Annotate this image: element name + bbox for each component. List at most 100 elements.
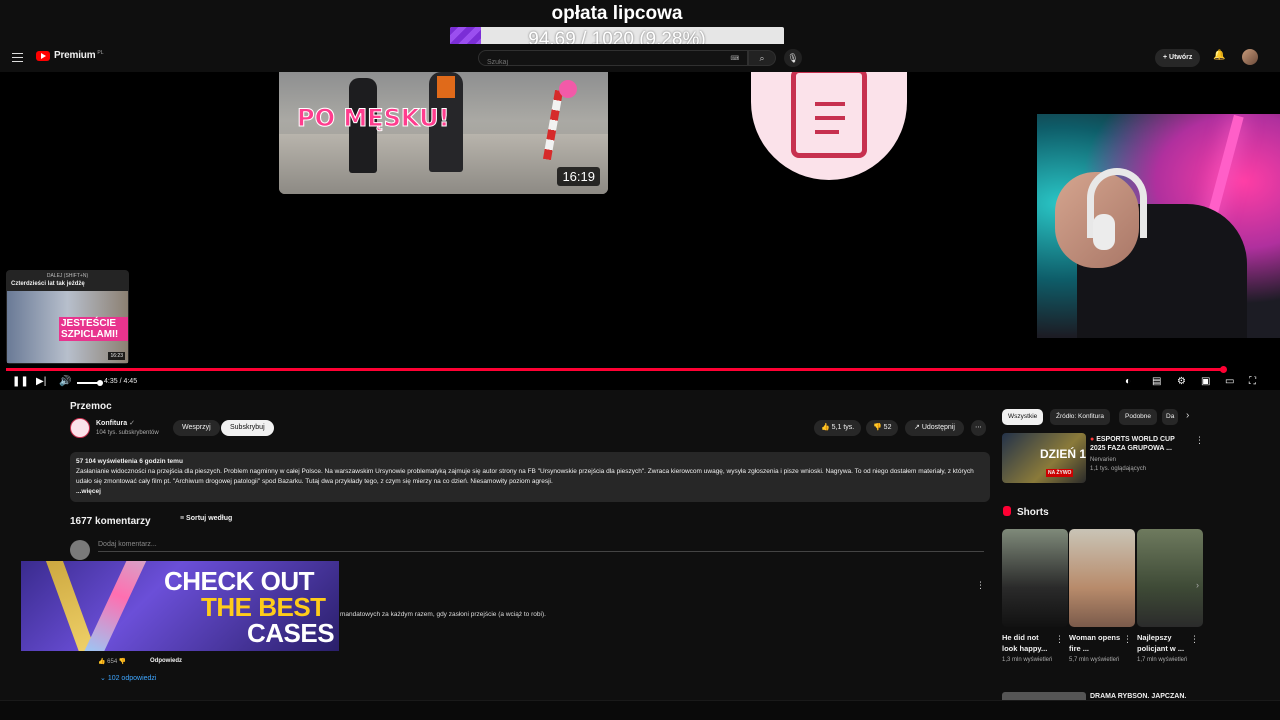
live-video-title[interactable]: ● ESPORTS WORLD CUP 2025 FAZA GRUPOWA ..… bbox=[1090, 435, 1190, 453]
sort-label: Sortuj według bbox=[186, 515, 233, 522]
video-player[interactable]: PO MĘSKU! 16:19 DALEJ (SHIFT+N) Czterdzi… bbox=[0, 72, 1280, 390]
add-comment-field[interactable]: Dodaj komentarz... bbox=[98, 541, 984, 552]
replies-count: 102 odpowiedzi bbox=[107, 675, 157, 682]
short-thumbnail[interactable] bbox=[1137, 529, 1203, 627]
search-box[interactable]: ⌨ bbox=[478, 50, 748, 70]
description-more[interactable]: ...więcej bbox=[76, 487, 984, 497]
show-replies-button[interactable]: ⌄ 102 odpowiedzi bbox=[100, 674, 156, 682]
comment-text: mandatowych za każdym razem, gdy zasłoni… bbox=[340, 611, 546, 618]
live-video-thumbnail[interactable]: DZIEŃ 1 NA ŻYWO bbox=[1002, 433, 1086, 483]
channel-avatar[interactable] bbox=[70, 418, 90, 438]
account-avatar[interactable] bbox=[1242, 49, 1258, 65]
short-thumbnail[interactable] bbox=[1069, 529, 1135, 627]
short-menu-icon[interactable]: ⋮ bbox=[1190, 634, 1199, 645]
reply-button[interactable]: Odpowiedz bbox=[150, 658, 182, 664]
shorts-heading: Shorts bbox=[1003, 506, 1049, 518]
more-icon: ⋯ bbox=[975, 424, 982, 431]
short-title[interactable]: Woman opens fire ... bbox=[1069, 632, 1123, 654]
subscriber-count: 104 tys. subskrybentów bbox=[96, 430, 159, 436]
dislike-count: 52 bbox=[883, 424, 892, 431]
menu-icon[interactable] bbox=[12, 53, 23, 62]
related-video-title[interactable]: DRAMA RYBSON. JAPCZAN. bbox=[1090, 693, 1186, 700]
shorts-heading-text: Shorts bbox=[1017, 507, 1049, 518]
view-stats: 57 104 wyświetlenia 6 godzin temu bbox=[76, 458, 183, 465]
up-next-thumbnail[interactable]: JESTEŚCIE SZPICLAMI! 16:23 bbox=[7, 291, 128, 363]
chip-more[interactable]: Da bbox=[1162, 409, 1179, 425]
thumbs-up-icon: 👍 bbox=[98, 659, 108, 665]
comment-like-button[interactable]: 👍 654 👎 bbox=[98, 658, 126, 665]
chevron-down-icon: ⌄ bbox=[100, 675, 108, 682]
channel-subscribe-end-card[interactable] bbox=[751, 72, 907, 180]
live-channel[interactable]: Nervarien bbox=[1090, 457, 1116, 463]
subscribe-button[interactable]: Subskrybuj bbox=[221, 420, 274, 436]
short-menu-icon[interactable]: ⋮ bbox=[1123, 634, 1132, 645]
chip-similar[interactable]: Podobne bbox=[1119, 409, 1158, 425]
gear-icon[interactable]: ⚙ bbox=[1177, 376, 1186, 387]
share-button[interactable]: ↗ Udostępnij bbox=[905, 420, 964, 436]
video-title: Przemoc bbox=[70, 401, 112, 412]
video-menu-icon[interactable]: ⋮ bbox=[1195, 435, 1204, 446]
microphone-icon: 🎙 bbox=[787, 53, 799, 63]
subtitles-icon[interactable]: ▤ bbox=[1152, 376, 1161, 387]
youtube-play-icon bbox=[36, 50, 50, 61]
short-views: 1,3 mln wyświetleń bbox=[1002, 657, 1053, 663]
up-next-duration: 16:23 bbox=[108, 352, 125, 360]
description-text: Zasłanianie widoczności na przejścia dla… bbox=[76, 468, 974, 485]
short-menu-icon[interactable]: ⋮ bbox=[1055, 634, 1064, 645]
create-button[interactable]: + Utwórz bbox=[1155, 49, 1201, 67]
next-icon[interactable]: ▶| bbox=[36, 376, 46, 387]
thumbs-down-icon[interactable]: 👎 bbox=[119, 659, 126, 665]
top-bar: Premium PL ⌨ ⌕ 🎙 + Utwórz 🔔 bbox=[0, 44, 1280, 72]
shorts-icon bbox=[1003, 506, 1011, 516]
create-label: Utwórz bbox=[1169, 54, 1193, 61]
comment-menu-icon[interactable]: ⋮ bbox=[976, 580, 985, 591]
miniplayer-icon[interactable]: ▣ bbox=[1201, 376, 1210, 387]
stream-goal-title: opłata lipcowa bbox=[551, 3, 683, 24]
description-box[interactable]: 57 104 wyświetlenia 6 godzin temu Zasłan… bbox=[70, 452, 990, 502]
live-thumb-text: DZIEŃ 1 bbox=[1040, 447, 1086, 461]
streamer-webcam bbox=[1037, 114, 1280, 338]
seek-bar[interactable] bbox=[6, 366, 1227, 373]
like-button[interactable]: 👍 5,1 tys. bbox=[814, 420, 862, 436]
thumbs-up-icon: 👍 bbox=[821, 424, 832, 431]
search-input[interactable] bbox=[479, 55, 709, 70]
chevron-right-icon[interactable]: › bbox=[1186, 410, 1189, 421]
time-display: 4:35 / 4:45 bbox=[104, 378, 138, 385]
live-viewers: 1,1 tys. oglądających bbox=[1090, 466, 1147, 472]
autoplay-toggle-icon[interactable]: ◐ bbox=[1125, 376, 1131, 387]
short-title[interactable]: He did not look happy... bbox=[1002, 632, 1056, 654]
support-button[interactable]: Wesprzyj bbox=[173, 420, 220, 436]
short-views: 5,7 mln wyświetleń bbox=[1069, 657, 1120, 663]
short-views: 1,7 mln wyświetleń bbox=[1137, 657, 1188, 663]
voice-search-button[interactable]: 🎙 bbox=[784, 49, 802, 67]
search-button[interactable]: ⌕ bbox=[748, 50, 776, 66]
youtube-premium-logo[interactable]: Premium PL bbox=[36, 50, 104, 61]
more-actions-button[interactable]: ⋯ bbox=[971, 420, 986, 436]
volume-slider[interactable] bbox=[77, 380, 103, 386]
shorts-next-icon[interactable]: › bbox=[1196, 580, 1199, 590]
channel-name[interactable]: Konfitura ✓ bbox=[96, 419, 135, 427]
dislike-button[interactable]: 👎 52 bbox=[866, 420, 899, 436]
pause-icon[interactable]: ❚❚ bbox=[12, 376, 29, 387]
volume-icon[interactable]: 🔊 bbox=[59, 376, 71, 387]
end-screen-video-thumbnail[interactable]: PO MĘSKU! 16:19 bbox=[279, 72, 608, 194]
short-title[interactable]: Najlepszy policjant w ... bbox=[1137, 632, 1191, 654]
live-video-title-text: ESPORTS WORLD CUP 2025 FAZA GRUPOWA ... bbox=[1090, 436, 1175, 452]
bell-icon[interactable]: 🔔 bbox=[1213, 50, 1225, 61]
channel-name-text: Konfitura bbox=[96, 420, 128, 427]
seek-knob[interactable] bbox=[1219, 366, 1227, 373]
logo-region: PL bbox=[97, 49, 104, 56]
knife-graphic bbox=[40, 561, 98, 651]
sort-comments-button[interactable]: ≡ Sortuj według bbox=[180, 515, 232, 522]
verified-icon: ✓ bbox=[129, 420, 135, 427]
up-next-card[interactable]: DALEJ (SHIFT+N) Czterdzieści lat tak jeż… bbox=[6, 270, 129, 364]
page-scrollbar[interactable] bbox=[1275, 44, 1280, 700]
share-icon: ↗ bbox=[914, 424, 922, 431]
short-thumbnail[interactable] bbox=[1002, 529, 1068, 627]
comment-like-count: 654 bbox=[107, 659, 118, 665]
keyboard-icon[interactable]: ⌨ bbox=[730, 55, 739, 62]
chip-source-channel[interactable]: Źródło: Konfitura bbox=[1050, 409, 1111, 425]
theater-mode-icon[interactable]: ▭ bbox=[1225, 376, 1234, 387]
chip-all[interactable]: Wszystkie bbox=[1002, 409, 1044, 425]
fullscreen-icon[interactable]: ⛶ bbox=[1249, 376, 1256, 387]
